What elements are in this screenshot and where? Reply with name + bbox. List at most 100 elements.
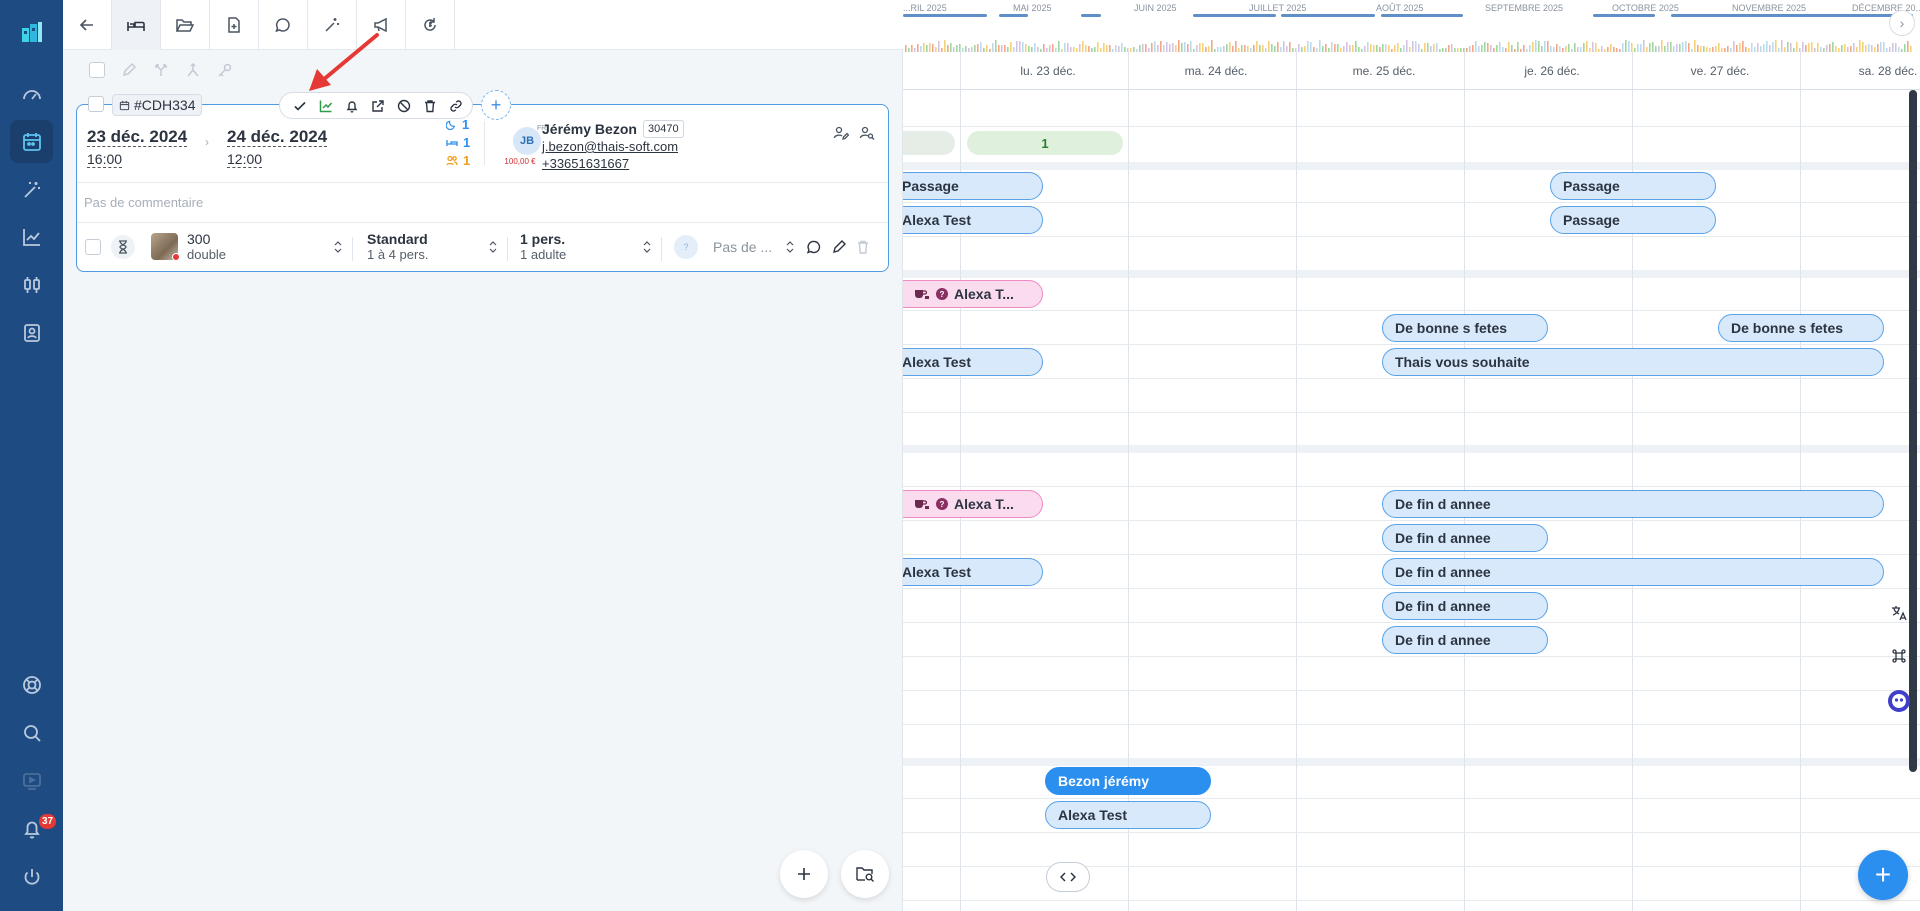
booking-bar-pending[interactable]: ? Alexa T...: [903, 280, 1043, 308]
departure-date[interactable]: 24 déc. 2024: [227, 127, 328, 147]
document-add-icon[interactable]: [210, 0, 259, 50]
contact-card-icon[interactable]: [10, 311, 53, 354]
booking-bar[interactable]: Alexa Test: [903, 348, 1043, 376]
booking-bar[interactable]: Passage: [903, 172, 1043, 200]
timeline-occupancy-bar: [1871, 45, 1873, 52]
stats-chart-icon[interactable]: [318, 98, 334, 114]
booking-bar[interactable]: Alexa Test: [903, 558, 1043, 586]
timeline-month[interactable]: NOVEMBRE 2025: [1732, 3, 1806, 13]
hourglass-icon[interactable]: [111, 235, 135, 259]
timeline-month[interactable]: SEPTEMBRE 2025: [1485, 3, 1563, 13]
client-email-link[interactable]: j.bezon@thais-soft.com: [542, 139, 678, 154]
booking-bar[interactable]: Thais vous souhaite: [1382, 348, 1884, 376]
edit-client-icon[interactable]: [833, 125, 849, 141]
booking-bar-selected[interactable]: Bezon jérémy: [1045, 767, 1211, 795]
magic-wand-icon[interactable]: [10, 168, 53, 211]
booking-bar-pending[interactable]: ? Alexa T...: [903, 490, 1043, 518]
day-header[interactable]: lu. 23 déc.: [964, 64, 1132, 78]
booking-ref-tag[interactable]: #CDH334: [112, 94, 203, 116]
back-arrow-icon[interactable]: [63, 0, 112, 50]
chat-icon[interactable]: [259, 0, 308, 50]
calendar-icon[interactable]: [10, 120, 53, 163]
add-booking-button[interactable]: [780, 850, 828, 898]
search-icon[interactable]: [10, 711, 53, 754]
day-header[interactable]: me. 25 déc.: [1300, 64, 1468, 78]
power-icon[interactable]: [10, 855, 53, 898]
booking-bar[interactable]: Alexa Test: [903, 206, 1043, 234]
command-icon[interactable]: [1884, 641, 1914, 671]
chart-icon[interactable]: [10, 215, 53, 258]
day-header[interactable]: ma. 24 déc.: [1132, 64, 1300, 78]
departure-time[interactable]: 12:00: [227, 151, 263, 168]
timeline-occupancy-bar: [1043, 44, 1045, 52]
timeline-month[interactable]: MAI 2025: [1013, 3, 1052, 13]
day-header[interactable]: sa. 28 déc.: [1804, 64, 1920, 78]
booking-bar[interactable]: Alexa Test: [1045, 801, 1211, 829]
chevron-right-icon: ›: [205, 135, 209, 149]
key-icon[interactable]: [216, 61, 234, 79]
client-phone-link[interactable]: +33651631667: [542, 156, 629, 171]
room-edit-icon[interactable]: [831, 239, 847, 255]
timeline-month[interactable]: ...RIL 2025: [903, 3, 947, 13]
bell-icon[interactable]: [344, 98, 360, 114]
booking-bar[interactable]: De bonne s fetes: [1718, 314, 1884, 342]
rate-select[interactable]: Pas de ...: [713, 239, 772, 255]
booking-bar[interactable]: De fin d annee: [1382, 626, 1548, 654]
pencil-icon[interactable]: [120, 61, 138, 79]
booking-bar[interactable]: De fin d annee: [1382, 558, 1884, 586]
add-reservation-button[interactable]: +: [1858, 850, 1908, 900]
video-icon[interactable]: [10, 759, 53, 802]
room-occupancy[interactable]: 1 pers. 1 adulte: [520, 231, 566, 263]
booking-bar[interactable]: De fin d annee: [1382, 524, 1548, 552]
booking-checkbox[interactable]: [88, 96, 104, 112]
timeline-month[interactable]: JUILLET 2025: [1249, 3, 1306, 13]
occupancy-count[interactable]: 1: [967, 131, 1123, 155]
timeline-month[interactable]: JUIN 2025: [1134, 3, 1177, 13]
timeline-occupancy-bar: [1178, 40, 1180, 52]
bed-icon[interactable]: [112, 0, 161, 50]
booking-bar[interactable]: De fin d annee: [1382, 490, 1884, 518]
client-name[interactable]: Jérémy Bezon: [542, 121, 637, 137]
timeline-next-button[interactable]: ›: [1889, 10, 1915, 36]
help-icon[interactable]: [10, 663, 53, 706]
arrival-time[interactable]: 16:00: [87, 151, 123, 168]
check-icon[interactable]: [292, 98, 308, 114]
booking-bar[interactable]: De fin d annee: [1382, 592, 1548, 620]
booking-bar[interactable]: De bonne s fetes: [1382, 314, 1548, 342]
external-link-icon[interactable]: [370, 98, 386, 114]
count-cell[interactable]: [903, 131, 955, 155]
timeline-occupancy-bar: [1448, 45, 1450, 52]
cancel-icon[interactable]: [396, 98, 412, 114]
day-header[interactable]: ve. 27 déc.: [1636, 64, 1804, 78]
add-room-button[interactable]: +: [481, 90, 511, 120]
select-all-checkbox[interactable]: [88, 61, 106, 79]
currency-refresh-icon[interactable]: [406, 0, 455, 50]
search-folder-button[interactable]: [841, 850, 889, 898]
translate-icon[interactable]: [1884, 598, 1914, 628]
room-comment-icon[interactable]: [806, 239, 822, 255]
trash-icon[interactable]: [422, 98, 438, 114]
arrival-date[interactable]: 23 déc. 2024: [87, 127, 188, 147]
room-checkbox[interactable]: [85, 239, 101, 255]
timeline-month[interactable]: DÉCEMBRE 20...: [1852, 3, 1920, 13]
timeline-occupancy-bar: [1535, 40, 1537, 52]
search-client-icon[interactable]: [859, 125, 875, 141]
timeline-month[interactable]: AOÛT 2025: [1376, 3, 1423, 13]
dashboard-icon[interactable]: [10, 73, 53, 116]
settings-sliders-icon[interactable]: [10, 263, 53, 306]
folder-open-icon[interactable]: [161, 0, 210, 50]
split-icon[interactable]: [152, 61, 170, 79]
merge-icon[interactable]: [184, 61, 202, 79]
assistant-bot-icon[interactable]: [1884, 686, 1914, 716]
day-header[interactable]: je. 26 déc.: [1468, 64, 1636, 78]
comment-field[interactable]: Pas de commentaire: [77, 183, 888, 223]
room-delete-icon[interactable]: [855, 239, 871, 255]
booking-bar[interactable]: Passage: [1550, 206, 1716, 234]
room-number[interactable]: 300 double: [187, 231, 226, 263]
logo-icon[interactable]: [10, 10, 53, 53]
code-toggle-button[interactable]: [1046, 862, 1090, 892]
room-category[interactable]: Standard 1 à 4 pers.: [367, 231, 428, 263]
timeline-month[interactable]: OCTOBRE 2025: [1612, 3, 1679, 13]
link-icon[interactable]: [448, 98, 464, 114]
booking-bar[interactable]: Passage: [1550, 172, 1716, 200]
